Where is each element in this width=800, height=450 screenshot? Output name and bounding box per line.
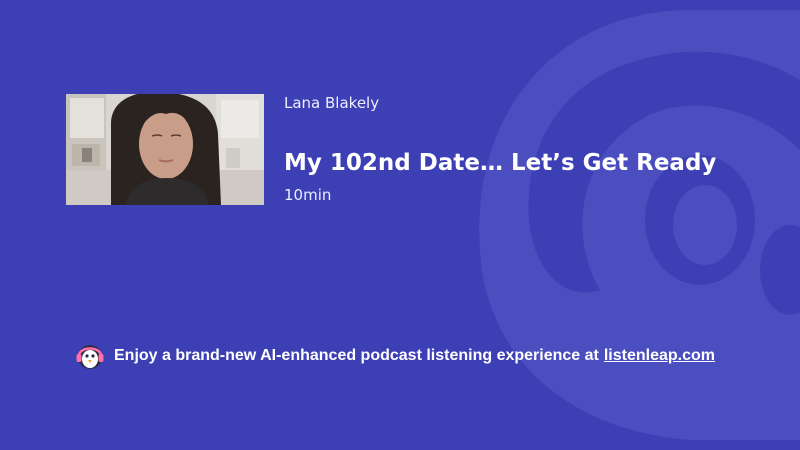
episode-author[interactable]: Lana Blakely [284,94,379,112]
episode-title[interactable]: My 102nd Date… Let’s Get Ready [284,150,716,176]
episode-thumbnail[interactable] [66,94,264,205]
logo-watermark-icon [479,10,800,440]
listenleap-link[interactable]: listenleap.com [604,347,715,365]
promo-text: Enjoy a brand-new AI-enhanced podcast li… [114,347,599,364]
promo-banner: Enjoy a brand-new AI-enhanced podcast li… [75,341,715,371]
episode-duration: 10min [284,186,332,204]
penguin-headphones-icon [76,345,104,369]
